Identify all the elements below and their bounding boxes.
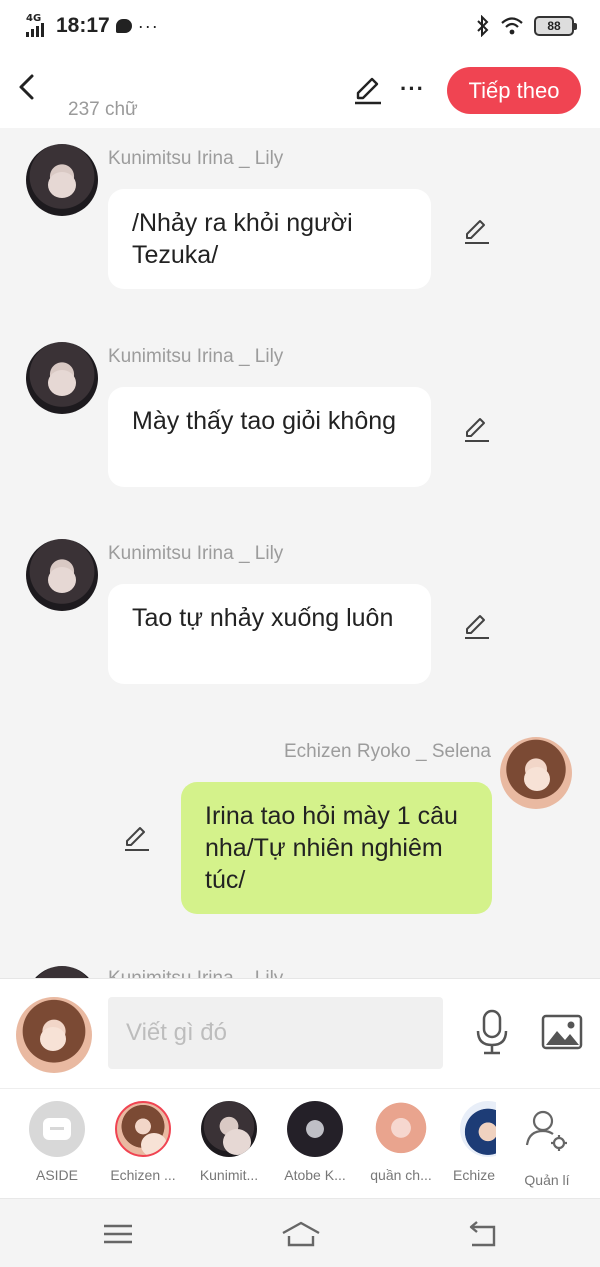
sender-name: Kunimitsu Irina _ Lily [108, 968, 283, 978]
edit-message-icon[interactable] [122, 823, 152, 853]
bluetooth-icon [477, 15, 489, 37]
status-time: 18:17 [56, 14, 110, 37]
image-icon[interactable] [541, 1013, 583, 1051]
message-bubble[interactable]: Tao tự nhảy xuống luôn [108, 584, 431, 684]
edit-message-icon[interactable] [462, 414, 492, 444]
microphone-icon[interactable] [474, 1009, 510, 1055]
avatar [115, 1101, 171, 1157]
character-quan[interactable]: quần ch... [366, 1101, 436, 1183]
avatar [201, 1101, 257, 1157]
sender-name: Kunimitsu Irina _ Lily [108, 148, 284, 169]
back-nav-icon[interactable] [466, 1219, 500, 1249]
message-item: Kunimitsu Irina _ Lily [0, 956, 600, 978]
manage-users-icon [525, 1110, 567, 1151]
character-name: Kunimit... [199, 1167, 259, 1183]
next-button[interactable]: Tiếp theo [447, 67, 581, 114]
character-aside[interactable]: ASIDE [22, 1101, 92, 1183]
wifi-icon [501, 17, 523, 35]
edit-message-icon[interactable] [462, 611, 492, 641]
chat-thread[interactable]: Kunimitsu Irina _ Lily /Nhảy ra khỏi ngư… [0, 128, 600, 978]
character-selector: ASIDE Echizen ... Kunimit... Atobe K... … [0, 1088, 600, 1198]
message-input[interactable] [108, 997, 443, 1069]
message-composer [0, 978, 600, 1088]
avatar [287, 1101, 343, 1157]
battery-icon: 88 [534, 16, 577, 36]
sender-name: Kunimitsu Irina _ Lily [108, 346, 284, 367]
character-name: Atobe K... [284, 1167, 346, 1183]
character-name: ASIDE [35, 1167, 78, 1183]
avatar[interactable] [500, 737, 572, 809]
more-options-icon[interactable]: ··· [400, 74, 428, 104]
menu-icon[interactable] [101, 1219, 135, 1249]
character-name: Echize [452, 1167, 496, 1183]
character-echizen-2[interactable]: Echize [452, 1101, 496, 1183]
status-bar: 4G 18:17 ··· 88 [0, 0, 600, 52]
message-notification-icon [115, 19, 132, 33]
message-item: Kunimitsu Irina _ Lily /Nhảy ra khỏi ngư… [0, 128, 600, 298]
editor-header: 237 chữ ··· Tiếp theo [0, 52, 600, 128]
sender-name: Echizen Ryoko _ Selena [283, 741, 491, 762]
avatar[interactable] [26, 966, 98, 978]
edit-message-icon[interactable] [462, 216, 492, 246]
cellular-signal-icon: 4G [26, 13, 50, 37]
back-icon[interactable] [14, 72, 42, 102]
avatar [460, 1101, 496, 1157]
current-character-avatar[interactable] [16, 997, 92, 1073]
message-item: Kunimitsu Irina _ Lily Mày thấy tao giỏi… [0, 326, 600, 496]
word-count: 237 chữ [68, 99, 138, 120]
manage-characters[interactable]: Quản lí [512, 1101, 582, 1188]
more-notifications-icon: ··· [137, 15, 159, 36]
aside-icon [29, 1101, 85, 1157]
avatar[interactable] [26, 539, 98, 611]
sender-name: Kunimitsu Irina _ Lily [108, 543, 284, 564]
avatar[interactable] [26, 342, 98, 414]
message-item: Kunimitsu Irina _ Lily Tao tự nhảy xuống… [0, 523, 600, 693]
message-bubble[interactable]: /Nhảy ra khỏi người Tezuka/ [108, 189, 431, 289]
message-bubble[interactable]: Irina tao hỏi mày 1 câu nha/Tự nhiên ngh… [181, 782, 492, 914]
avatar[interactable] [26, 144, 98, 216]
character-kunimitsu[interactable]: Kunimit... [194, 1101, 264, 1183]
system-nav-bar [0, 1198, 600, 1267]
character-name: Echizen ... [110, 1167, 176, 1183]
message-bubble[interactable]: Mày thấy tao giỏi không [108, 387, 431, 487]
battery-level: 88 [547, 19, 561, 33]
avatar [373, 1101, 429, 1157]
edit-icon[interactable] [352, 74, 384, 106]
character-name: Quản lí [524, 1172, 570, 1188]
character-echizen[interactable]: Echizen ... [108, 1101, 178, 1183]
character-name: quần ch... [370, 1167, 432, 1183]
home-icon[interactable] [281, 1219, 321, 1249]
character-atobe[interactable]: Atobe K... [280, 1101, 350, 1183]
message-item: Echizen Ryoko _ Selena Irina tao hỏi mày… [0, 723, 600, 923]
